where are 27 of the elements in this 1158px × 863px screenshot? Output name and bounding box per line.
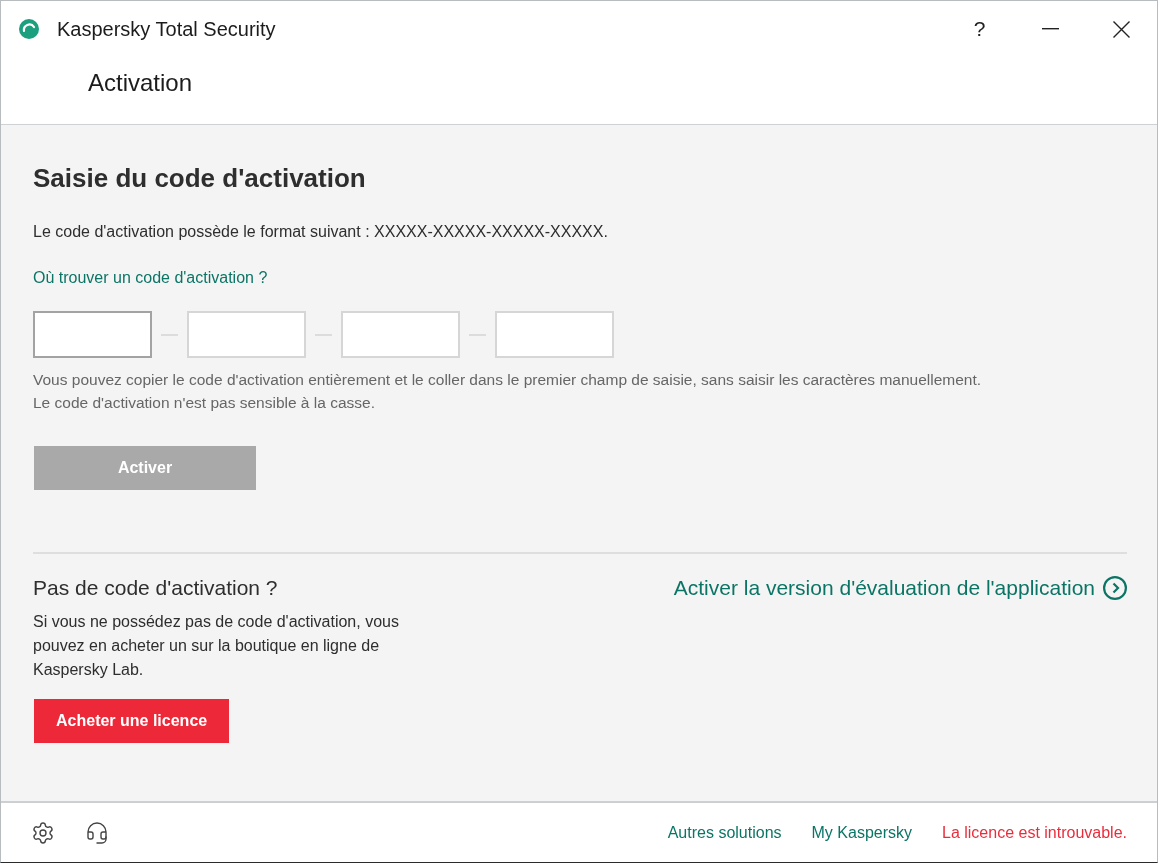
help-button[interactable]: ? xyxy=(944,1,1015,57)
code-input-field[interactable] xyxy=(495,311,614,358)
section-heading: Saisie du code d'activation xyxy=(33,162,366,195)
buy-license-button[interactable]: Acheter une licence xyxy=(34,699,230,743)
hint-text: Vous pouvez copier le code d'activation entièrement et le coller dans le premier champ de saisie, sans saisir les caractères manuellement. xyxy=(33,370,982,390)
code-input-field[interactable] xyxy=(341,311,460,358)
trial-link[interactable]: Activer la version d'évaluation de l'application xyxy=(673,574,1127,602)
help-link[interactable]: Où trouver un code d'activation ? xyxy=(33,268,268,288)
chevron-circle-icon xyxy=(1103,576,1127,600)
section-heading: Pas de code d'activation ? xyxy=(33,575,278,601)
format-description: Le code d'activation possède le format suivant : XXXXX-XXXXX-XXXXX-XXXXX. xyxy=(33,222,608,242)
footer-link[interactable]: Autres solutions xyxy=(667,823,782,842)
headset-icon xyxy=(85,820,109,845)
page-header-title: Activation xyxy=(88,69,193,96)
close-icon xyxy=(1113,20,1130,38)
settings-icon xyxy=(31,820,55,845)
purchase-description: Si vous ne possédez pas de code d'activation, vous pouvez en acheter un sur la boutique en ligne de Kaspersky Lab. xyxy=(33,612,400,680)
hint-text: Le code d'activation n'est pas sensible à la casse. xyxy=(33,393,375,413)
footer-link[interactable]: My Kaspersky xyxy=(811,823,912,842)
support-button[interactable] xyxy=(85,820,109,845)
window-title: Kaspersky Total Security xyxy=(57,17,276,41)
logo-icon xyxy=(19,19,39,39)
minimize-icon xyxy=(1042,28,1059,30)
settings-button[interactable] xyxy=(31,820,55,845)
license-status-link[interactable]: La licence est introuvable. xyxy=(942,823,1127,842)
code-input-field[interactable] xyxy=(33,311,152,358)
code-input-field[interactable] xyxy=(187,311,306,358)
